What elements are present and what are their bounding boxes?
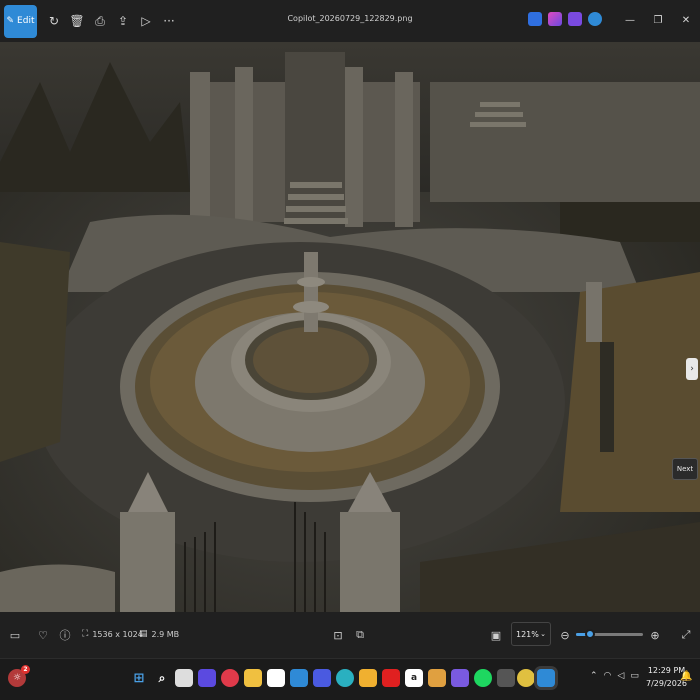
title-bar: ✎ Edit ↻ 🗑 ⎙ ⇪ ▷ ··· Copilot_20260729_12… [0,0,700,42]
visual-search-icon[interactable]: ⧉ [352,627,368,643]
file-explorer-icon[interactable] [244,669,262,687]
edit-icon: ✎ [6,16,15,26]
more-icon[interactable]: ··· [158,10,180,32]
zoom-dropdown[interactable]: 121% ⌄ [511,622,551,646]
fit-to-window-icon[interactable]: ▣ [488,627,504,643]
edit-button[interactable]: ✎ Edit [4,4,37,38]
teams-icon[interactable] [198,669,216,687]
task-view-icon[interactable] [175,669,193,687]
info-bar: ▭ ♡ ⓘ ⛶ 1536 x 1024 ▤ 2.9 MB ⊡ ⧉ ▣ 121% … [0,612,700,658]
chevron-up-icon[interactable]: ⌃ [590,671,598,681]
next-arrow-icon[interactable]: › [686,358,698,380]
volume-icon[interactable]: ◁ [617,671,624,681]
notification-bell-icon[interactable]: 🔔 [680,671,692,682]
rewards-icon[interactable] [359,669,377,687]
close-icon[interactable]: ✕ [672,8,700,32]
designer-icon[interactable] [528,12,542,26]
zoom-slider[interactable] [576,629,643,639]
info-icon[interactable]: ⓘ [57,627,73,643]
filmstrip-icon[interactable]: ▭ [7,627,23,643]
zoom-slider-thumb[interactable] [585,629,596,639]
delete-icon[interactable]: 🗑 [66,10,88,32]
search-icon[interactable]: ⌕ [153,669,171,687]
crop-view-icon[interactable]: ⊡ [330,627,346,643]
chrome-icon[interactable] [517,669,535,687]
edit-label: Edit [17,16,35,26]
share-icon[interactable]: ⇪ [112,10,134,32]
spotify-icon[interactable] [474,669,492,687]
dimensions-group: ⛶ 1536 x 1024 [82,629,143,639]
store-icon[interactable] [428,669,446,687]
maximize-icon[interactable]: ❐ [644,8,672,32]
displayed-image [0,42,700,612]
photos-taskbar-icon[interactable] [537,669,555,687]
notification-badge: 2 [21,665,30,674]
print-icon[interactable]: ⎙ [89,10,111,32]
copilot-icon[interactable] [548,12,562,26]
system-tray: ⌃ ◠ ◁ ▭ [590,671,639,681]
amazon-icon[interactable]: a [405,669,423,687]
fullscreen-icon[interactable]: ⤢ [678,627,694,643]
onedrive-icon[interactable] [588,12,602,26]
filesize-group: ▤ 2.9 MB [139,629,179,639]
start-icon[interactable]: ⊞ [130,669,148,687]
rotate-icon[interactable]: ↻ [43,10,65,32]
next-tooltip: Next [672,458,698,480]
zoom-in-icon[interactable]: ⊕ [647,627,663,643]
dimensions-icon: ⛶ [82,629,89,639]
slideshow-icon[interactable]: ▷ [135,10,157,32]
notepad-icon[interactable] [267,669,285,687]
favorite-icon[interactable]: ♡ [35,627,51,643]
minimize-icon[interactable]: — [616,8,644,32]
app-shortcuts [528,12,602,26]
chevron-down-icon: ⌄ [540,630,546,638]
image-dimensions: 1536 x 1024 [92,629,143,639]
zoom-value: 121% [516,629,539,639]
weather-widget-icon[interactable]: ☼ 2 [8,665,30,687]
file-size-icon: ▤ [139,629,148,639]
browser-icon[interactable] [313,669,331,687]
chat-icon[interactable] [451,669,469,687]
edge-icon[interactable] [336,669,354,687]
image-viewer[interactable]: › Next [0,42,700,612]
taskbar: ☼ 2 ⊞ ⌕ a ⌃ ◠ ◁ ▭ 12:29 PM 7/29/2026 🔔 [0,658,700,700]
clipchamp-icon[interactable] [568,12,582,26]
zoom-out-icon[interactable]: ⊖ [557,627,573,643]
photos-app: ✎ Edit ↻ 🗑 ⎙ ⇪ ▷ ··· Copilot_20260729_12… [0,0,700,700]
battery-icon[interactable]: ▭ [630,671,639,681]
wifi-icon[interactable]: ◠ [604,671,612,681]
pinterest-icon[interactable] [221,669,239,687]
vscode-icon[interactable] [290,669,308,687]
youtube-icon[interactable] [382,669,400,687]
window-controls: — ❐ ✕ [616,8,700,32]
file-size: 2.9 MB [151,629,180,639]
app-icon[interactable] [497,669,515,687]
